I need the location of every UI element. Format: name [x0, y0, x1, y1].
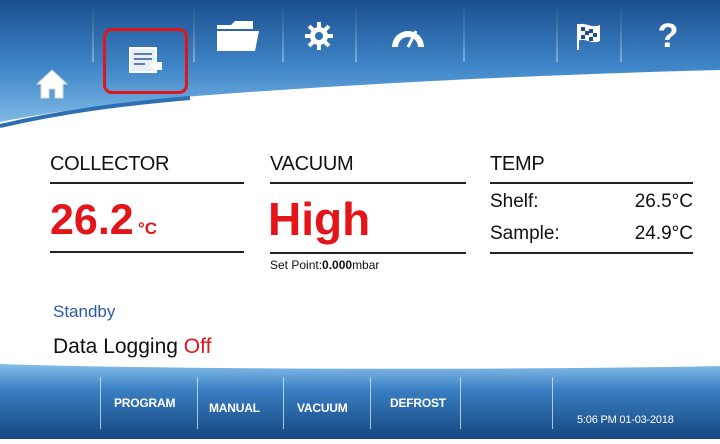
collector-title: COLLECTOR	[50, 153, 170, 175]
blank-tab[interactable]	[466, 6, 554, 66]
folder-icon	[217, 21, 259, 51]
temp-top-rule	[490, 182, 693, 184]
set-point-unit: mbar	[352, 258, 380, 272]
vacuum-bottom-rule	[270, 252, 466, 254]
help-tab[interactable]: ?	[628, 6, 708, 66]
temp-bottom-rule	[490, 252, 693, 254]
sample-value: 24.9°C	[634, 223, 693, 244]
data-logging-value: Off	[183, 335, 212, 358]
finish-tab[interactable]	[562, 6, 616, 66]
home-tab[interactable]	[30, 62, 74, 106]
vacuum-top-rule	[270, 182, 466, 184]
set-point-label: Set Point:	[270, 258, 323, 272]
bottom-toolbar	[0, 364, 720, 439]
folder-tab[interactable]	[200, 6, 278, 66]
data-logging-status: Data Logging Off	[53, 335, 211, 359]
collector-unit: °C	[138, 219, 158, 238]
vacuum-value: High	[268, 193, 371, 245]
home-icon	[35, 69, 69, 99]
sample-label: Sample:	[490, 223, 560, 244]
set-point-value: 0.000	[322, 258, 353, 272]
set-point-readout: Set Point:0.000mbar	[270, 258, 379, 272]
help-icon: ?	[657, 16, 679, 55]
datetime: 5:06 PM 01-03-2018	[577, 414, 674, 426]
temp-title: TEMP	[490, 153, 545, 175]
status-state: Standby	[53, 302, 116, 321]
tab-defrost[interactable]: DEFROST	[390, 396, 446, 410]
gauge-tab[interactable]	[358, 6, 458, 66]
tab-manual[interactable]: MANUAL	[209, 401, 260, 415]
vacuum-title: VACUUM	[270, 153, 354, 175]
selected-tab-highlight	[103, 28, 188, 94]
tab-vacuum[interactable]: VACUUM	[297, 401, 348, 415]
collector-bottom-rule	[50, 251, 244, 253]
gear-icon	[305, 22, 333, 50]
tab-program[interactable]: PROGRAM	[114, 396, 175, 410]
collector-top-rule	[50, 182, 244, 184]
checkered-flag-icon	[577, 23, 600, 50]
gauge-icon	[392, 30, 424, 48]
shelf-label: Shelf:	[490, 191, 539, 212]
data-logging-label: Data Logging	[53, 335, 178, 358]
shelf-value: 26.5°C	[634, 191, 693, 212]
collector-value: 26.2	[50, 196, 134, 244]
settings-tab[interactable]	[286, 6, 352, 66]
